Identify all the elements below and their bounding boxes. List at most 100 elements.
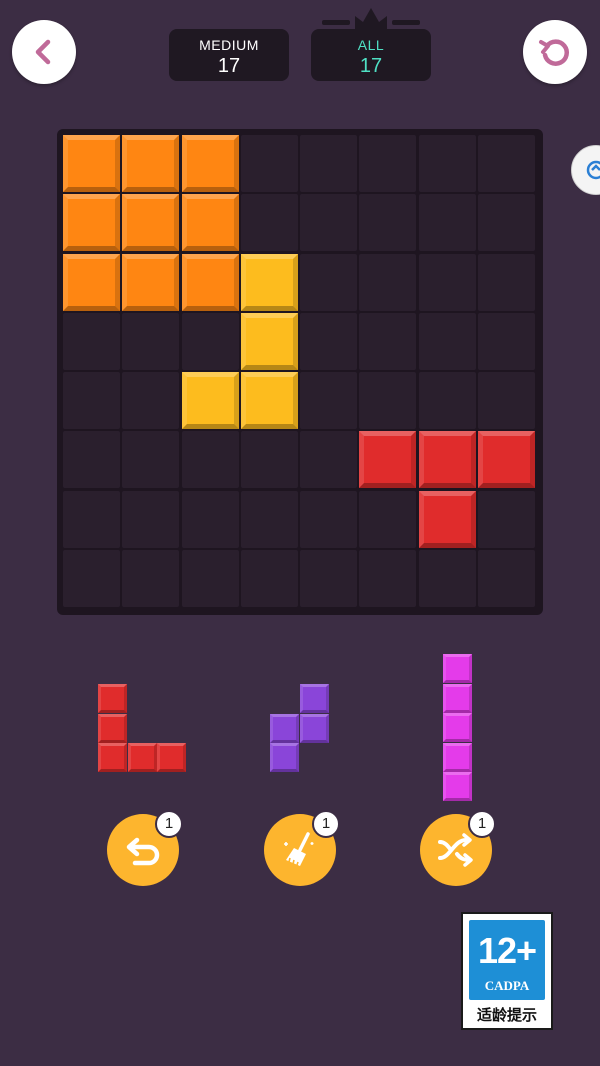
board-cell[interactable] (240, 549, 298, 607)
board-block-yellow (181, 372, 239, 429)
piece-block (443, 713, 472, 742)
board-cell[interactable] (477, 549, 535, 607)
shuffle-count-badge: 1 (468, 810, 496, 838)
board-cell[interactable] (418, 549, 476, 607)
board-cell[interactable] (418, 312, 476, 370)
board-block-red (418, 490, 476, 548)
board-block-orange (63, 135, 120, 192)
board-block-orange (63, 194, 120, 252)
board-cell[interactable] (300, 135, 357, 192)
age-rating-org: CADPA (484, 978, 530, 993)
board-cell[interactable] (300, 549, 357, 607)
all-label: ALL (357, 37, 385, 53)
board-cell[interactable] (359, 312, 417, 370)
broom-icon (284, 832, 314, 866)
board-cell[interactable] (359, 549, 417, 607)
restart-button[interactable] (523, 20, 587, 84)
piece-block (270, 743, 299, 772)
board-cell[interactable] (63, 431, 120, 489)
board-cell[interactable] (477, 372, 535, 429)
age-rating-value: 12+ (477, 930, 537, 971)
board-block-orange (63, 253, 120, 311)
board-block-orange (122, 135, 180, 192)
board-block-yellow (240, 253, 298, 311)
board-cell[interactable] (300, 490, 357, 548)
board-cell[interactable] (477, 312, 535, 370)
board-cell[interactable] (359, 253, 417, 311)
board-cell[interactable] (300, 372, 357, 429)
difficulty-panel: MEDIUM 17 (169, 29, 289, 81)
board-cell[interactable] (181, 549, 239, 607)
board-cell[interactable] (240, 135, 298, 192)
piece-block (127, 743, 157, 772)
board-cell[interactable] (63, 372, 120, 429)
board-cell[interactable] (181, 312, 239, 370)
piece-block (443, 772, 472, 801)
piece-block (98, 713, 127, 743)
all-panel: ALL 17 (311, 29, 431, 81)
board-cell[interactable] (181, 490, 239, 548)
board-cell[interactable] (418, 194, 476, 252)
board-block-red (359, 431, 417, 489)
board-cell[interactable] (300, 431, 357, 489)
piece-block (98, 684, 127, 713)
board-cell[interactable] (300, 312, 357, 370)
board-block-red (418, 431, 476, 489)
piece-block (270, 713, 299, 743)
board-cell[interactable] (181, 431, 239, 489)
board-cell[interactable] (300, 253, 357, 311)
hint-icon (586, 160, 600, 180)
piece-block (443, 683, 472, 713)
age-rating-badge: 12+ CADPA 适龄提示 (461, 912, 553, 1030)
board-cell[interactable] (418, 253, 476, 311)
back-button[interactable] (12, 20, 76, 84)
board-cell[interactable] (122, 431, 180, 489)
board-cell[interactable] (359, 135, 417, 192)
board-cell[interactable] (418, 135, 476, 192)
board-cell[interactable] (477, 135, 535, 192)
board-block-orange (181, 135, 239, 192)
board-cell[interactable] (63, 312, 120, 370)
board-cell[interactable] (477, 253, 535, 311)
piece-block (443, 742, 472, 772)
hint-button[interactable] (571, 145, 600, 195)
game-board[interactable] (57, 129, 543, 615)
board-cell[interactable] (477, 194, 535, 252)
undo-count-badge: 1 (155, 810, 183, 838)
difficulty-value: 17 (217, 55, 241, 77)
piece-block (157, 743, 186, 772)
board-cell[interactable] (240, 194, 298, 252)
board-block-orange (122, 194, 180, 252)
piece-block (299, 684, 329, 713)
board-cell[interactable] (359, 194, 417, 252)
all-value: 17 (359, 55, 383, 77)
board-cell[interactable] (477, 490, 535, 548)
board-cell[interactable] (63, 490, 120, 548)
undo-icon (126, 837, 160, 866)
board-cell[interactable] (122, 312, 180, 370)
board-cell[interactable] (122, 549, 180, 607)
board-cell[interactable] (300, 194, 357, 252)
board-block-yellow (240, 372, 298, 429)
piece-block (443, 654, 472, 683)
piece-block (299, 713, 329, 743)
board-cell[interactable] (418, 372, 476, 429)
board-cell[interactable] (240, 490, 298, 548)
piece-block (98, 743, 127, 772)
clear-count-badge: 1 (312, 810, 340, 838)
board-block-red (477, 431, 535, 489)
board-block-yellow (240, 312, 298, 370)
difficulty-label: MEDIUM (199, 37, 259, 53)
chevron-left-icon (35, 39, 51, 65)
board-cell[interactable] (63, 549, 120, 607)
board-cell[interactable] (122, 490, 180, 548)
board-cell[interactable] (359, 490, 417, 548)
restart-icon (539, 39, 569, 66)
age-rating-panel: 12+ CADPA (469, 920, 545, 1000)
board-block-orange (181, 194, 239, 252)
board-cell[interactable] (240, 431, 298, 489)
board-cell[interactable] (359, 372, 417, 429)
board-cell[interactable] (122, 372, 180, 429)
board-block-orange (181, 253, 239, 311)
board-block-orange (122, 253, 180, 311)
